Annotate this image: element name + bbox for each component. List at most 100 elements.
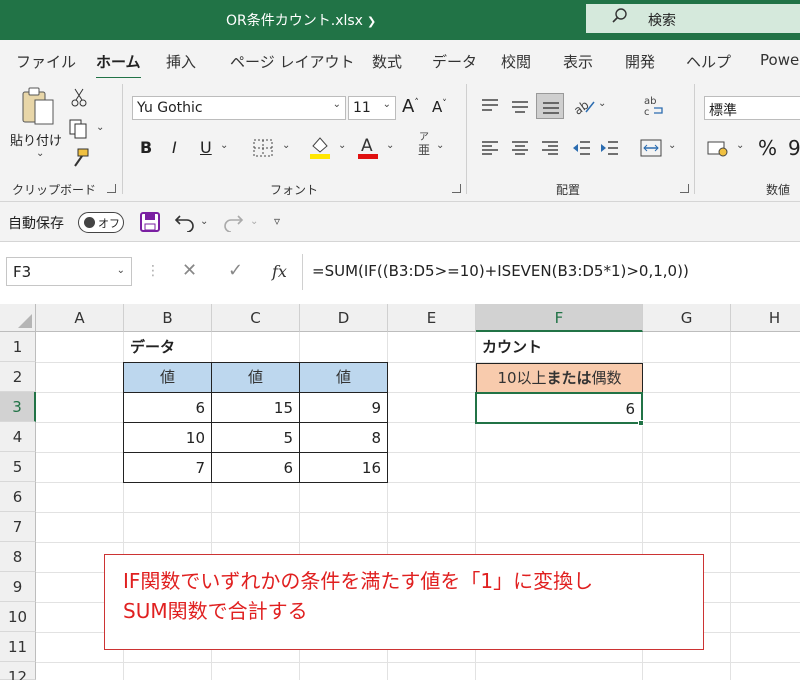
column-header-e[interactable]: E (388, 304, 476, 332)
phonetic-dropdown-icon[interactable]: ⌄ (436, 140, 444, 151)
phonetic-icon[interactable]: ア亜 (418, 132, 430, 158)
cancel-icon[interactable]: ✕ (182, 260, 197, 281)
accounting-dropdown-icon[interactable]: ⌄ (736, 140, 744, 151)
align-middle-icon[interactable] (510, 98, 530, 114)
value-cell[interactable]: 9 (300, 393, 388, 423)
row-header-6[interactable]: 6 (0, 482, 36, 512)
column-header-f[interactable]: F (476, 304, 643, 332)
orientation-icon[interactable]: ab (572, 94, 596, 116)
select-all-corner[interactable] (0, 304, 36, 332)
undo-dropdown-icon[interactable]: ⌄ (200, 216, 208, 227)
decrease-indent-icon[interactable] (572, 140, 592, 156)
undo-icon[interactable] (174, 212, 196, 232)
value-cell[interactable]: 8 (300, 423, 388, 453)
row-header-11[interactable]: 11 (0, 632, 36, 662)
font-color-dropdown-icon[interactable]: ⌄ (386, 140, 394, 151)
value-cell[interactable]: 10 (124, 423, 212, 453)
align-center-icon[interactable] (510, 140, 530, 156)
font-launcher-icon[interactable] (452, 184, 461, 193)
column-header-h[interactable]: H (731, 304, 800, 332)
font-name-box[interactable]: Yu Gothic ⌄ (132, 96, 346, 120)
paste-icon[interactable] (20, 86, 56, 126)
row-header-7[interactable]: 7 (0, 512, 36, 542)
enter-icon[interactable]: ✓ (228, 260, 243, 281)
save-icon[interactable] (140, 212, 160, 232)
count-header[interactable]: 10以上または偶数 (476, 363, 643, 393)
customize-qat-icon[interactable]: ▿ (274, 214, 280, 228)
alignment-launcher-icon[interactable] (680, 184, 689, 193)
tab-power[interactable]: Powe (760, 51, 799, 69)
tab-file[interactable]: ファイル (16, 51, 76, 72)
accounting-format-icon[interactable] (706, 138, 732, 158)
autosave-toggle[interactable]: オフ (78, 212, 124, 233)
borders-icon[interactable] (252, 138, 274, 158)
count-title[interactable]: カウント (476, 332, 548, 362)
column-header-d[interactable]: D (300, 304, 388, 332)
tab-view[interactable]: 表示 (563, 51, 593, 72)
tab-data[interactable]: データ (432, 51, 477, 72)
align-left-icon[interactable] (480, 140, 500, 156)
column-header-b[interactable]: B (124, 304, 212, 332)
copy-dropdown-icon[interactable]: ⌄ (96, 122, 104, 133)
count-result-cell[interactable]: 6 (475, 392, 643, 424)
data-title[interactable]: データ (124, 332, 181, 362)
insert-function-icon[interactable]: fx (272, 262, 287, 281)
tab-review[interactable]: 校閲 (501, 51, 531, 72)
font-color-icon[interactable]: A (356, 134, 380, 160)
paste-label[interactable]: 貼り付け (10, 130, 62, 149)
formula-input[interactable]: =SUM(IF((B3:D5>=10)+ISEVEN(B3:D5*1)>0,1,… (312, 262, 689, 280)
redo-icon[interactable] (222, 212, 244, 232)
row-header-12[interactable]: 12 (0, 662, 36, 680)
value-cell[interactable]: 16 (300, 453, 388, 483)
row-header-8[interactable]: 8 (0, 542, 36, 572)
percent-icon[interactable]: % (758, 136, 777, 160)
value-cell[interactable]: 6 (212, 453, 300, 483)
orientation-dropdown-icon[interactable]: ⌄ (598, 98, 606, 109)
name-box[interactable]: F3 ⌄ (6, 257, 132, 286)
bold-button[interactable]: B (140, 138, 152, 157)
row-header-2[interactable]: 2 (0, 362, 36, 392)
column-header-c[interactable]: C (212, 304, 300, 332)
clipboard-launcher-icon[interactable] (107, 184, 116, 193)
value-cell[interactable]: 15 (212, 393, 300, 423)
value-header[interactable]: 値 (212, 363, 300, 393)
align-right-icon[interactable] (540, 140, 560, 156)
file-name[interactable]: OR条件カウント.xlsx ❯ (226, 10, 376, 30)
increase-indent-icon[interactable] (600, 140, 620, 156)
tab-formulas[interactable]: 数式 (372, 51, 402, 72)
underline-button[interactable]: U (200, 138, 212, 157)
number-format-box[interactable]: 標準 (704, 96, 800, 120)
row-header-3[interactable]: 3 (0, 392, 36, 422)
fill-handle[interactable] (638, 420, 644, 426)
row-header-10[interactable]: 10 (0, 602, 36, 632)
decrease-font-icon[interactable]: A˅ (432, 98, 447, 116)
value-header[interactable]: 値 (124, 363, 212, 393)
row-header-5[interactable]: 5 (0, 452, 36, 482)
underline-dropdown-icon[interactable]: ⌄ (220, 140, 228, 151)
value-cell[interactable]: 5 (212, 423, 300, 453)
tab-help[interactable]: ヘルプ (686, 51, 731, 72)
font-size-box[interactable]: 11 ⌄ (348, 96, 396, 120)
format-painter-icon[interactable] (70, 148, 90, 168)
tab-page-layout[interactable]: ページ レイアウト (230, 51, 354, 72)
fill-color-icon[interactable] (308, 134, 332, 160)
merge-center-icon[interactable] (640, 138, 662, 158)
borders-dropdown-icon[interactable]: ⌄ (282, 140, 290, 151)
align-top-icon[interactable] (480, 98, 500, 114)
copy-icon[interactable] (68, 118, 90, 140)
merge-dropdown-icon[interactable]: ⌄ (668, 140, 676, 151)
column-header-a[interactable]: A (36, 304, 124, 332)
row-header-4[interactable]: 4 (0, 422, 36, 452)
search-box[interactable]: 検索 (586, 4, 800, 33)
increase-font-icon[interactable]: A˄ (402, 96, 419, 117)
column-header-g[interactable]: G (643, 304, 731, 332)
italic-button[interactable]: I (172, 138, 177, 157)
align-bottom-button[interactable] (536, 93, 564, 119)
paste-dropdown-icon[interactable]: ⌄ (36, 148, 44, 159)
row-header-9[interactable]: 9 (0, 572, 36, 602)
comma-style-icon[interactable]: 9 (788, 136, 800, 160)
value-cell[interactable]: 6 (124, 393, 212, 423)
tab-home[interactable]: ホーム (96, 51, 141, 80)
wrap-text-icon[interactable]: abc (642, 94, 666, 118)
value-header[interactable]: 値 (300, 363, 388, 393)
